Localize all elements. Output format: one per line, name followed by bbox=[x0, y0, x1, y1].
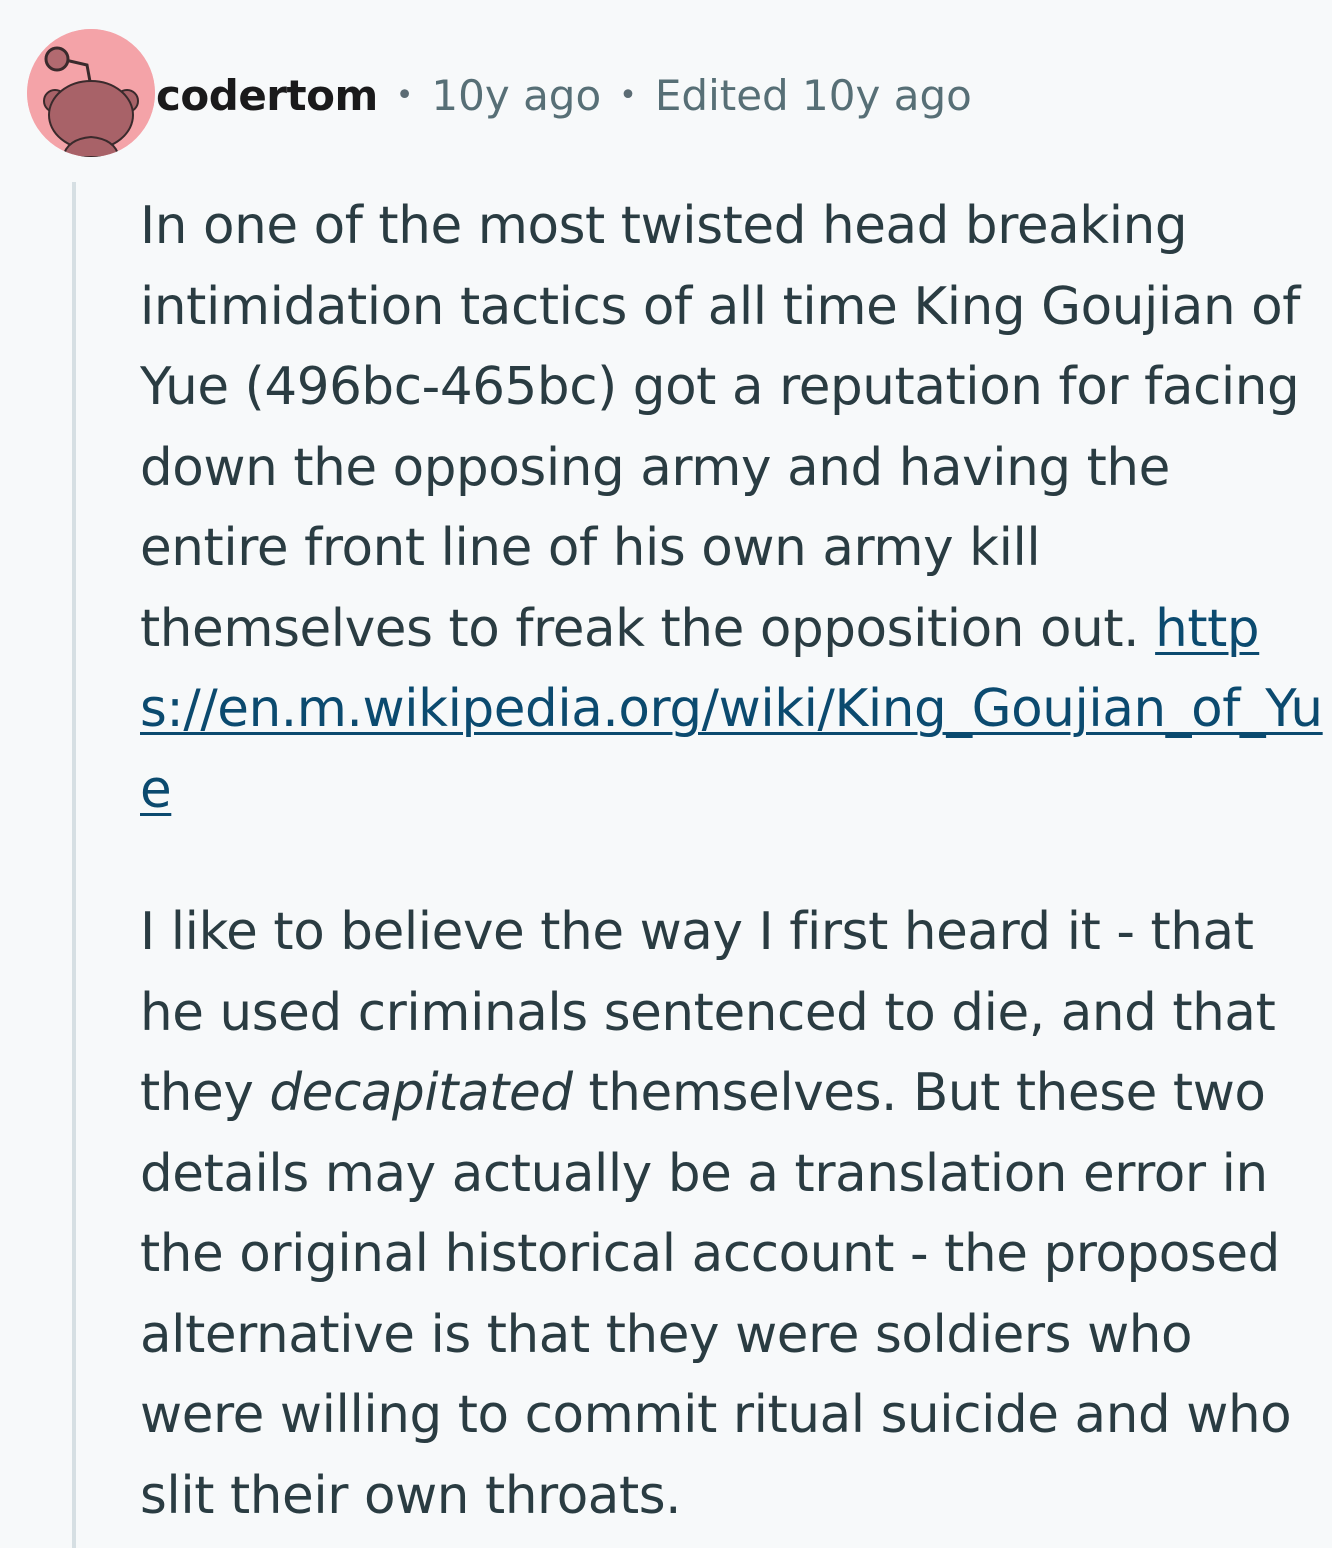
meta-separator: • bbox=[619, 78, 637, 113]
comment: codertom • 10y ago • Edited 10y ago In o… bbox=[0, 0, 1332, 1548]
comment-body: In one of the most twisted head breaking… bbox=[140, 186, 1325, 1536]
timestamp[interactable]: 10y ago bbox=[431, 66, 601, 126]
emphasized-word: decapitated bbox=[269, 1063, 573, 1123]
paragraph-1-text: In one of the most twisted head breaking… bbox=[140, 196, 1301, 659]
reddit-snoo-avatar-icon bbox=[27, 29, 155, 157]
username-link[interactable]: codertom bbox=[156, 66, 378, 126]
comment-paragraph-2: I like to believe the way I first heard … bbox=[140, 892, 1325, 1536]
avatar[interactable] bbox=[27, 29, 155, 157]
comment-meta: codertom • 10y ago • Edited 10y ago bbox=[156, 66, 972, 126]
paragraph-2-text-end: themselves. But these two details may ac… bbox=[140, 1063, 1292, 1526]
meta-separator: • bbox=[395, 78, 414, 113]
comment-header: codertom • 10y ago • Edited 10y ago bbox=[0, 28, 1332, 158]
thread-collapse-line[interactable] bbox=[72, 182, 76, 1548]
comment-paragraph-1: In one of the most twisted head breaking… bbox=[140, 186, 1325, 830]
edited-timestamp: Edited 10y ago bbox=[654, 71, 972, 120]
